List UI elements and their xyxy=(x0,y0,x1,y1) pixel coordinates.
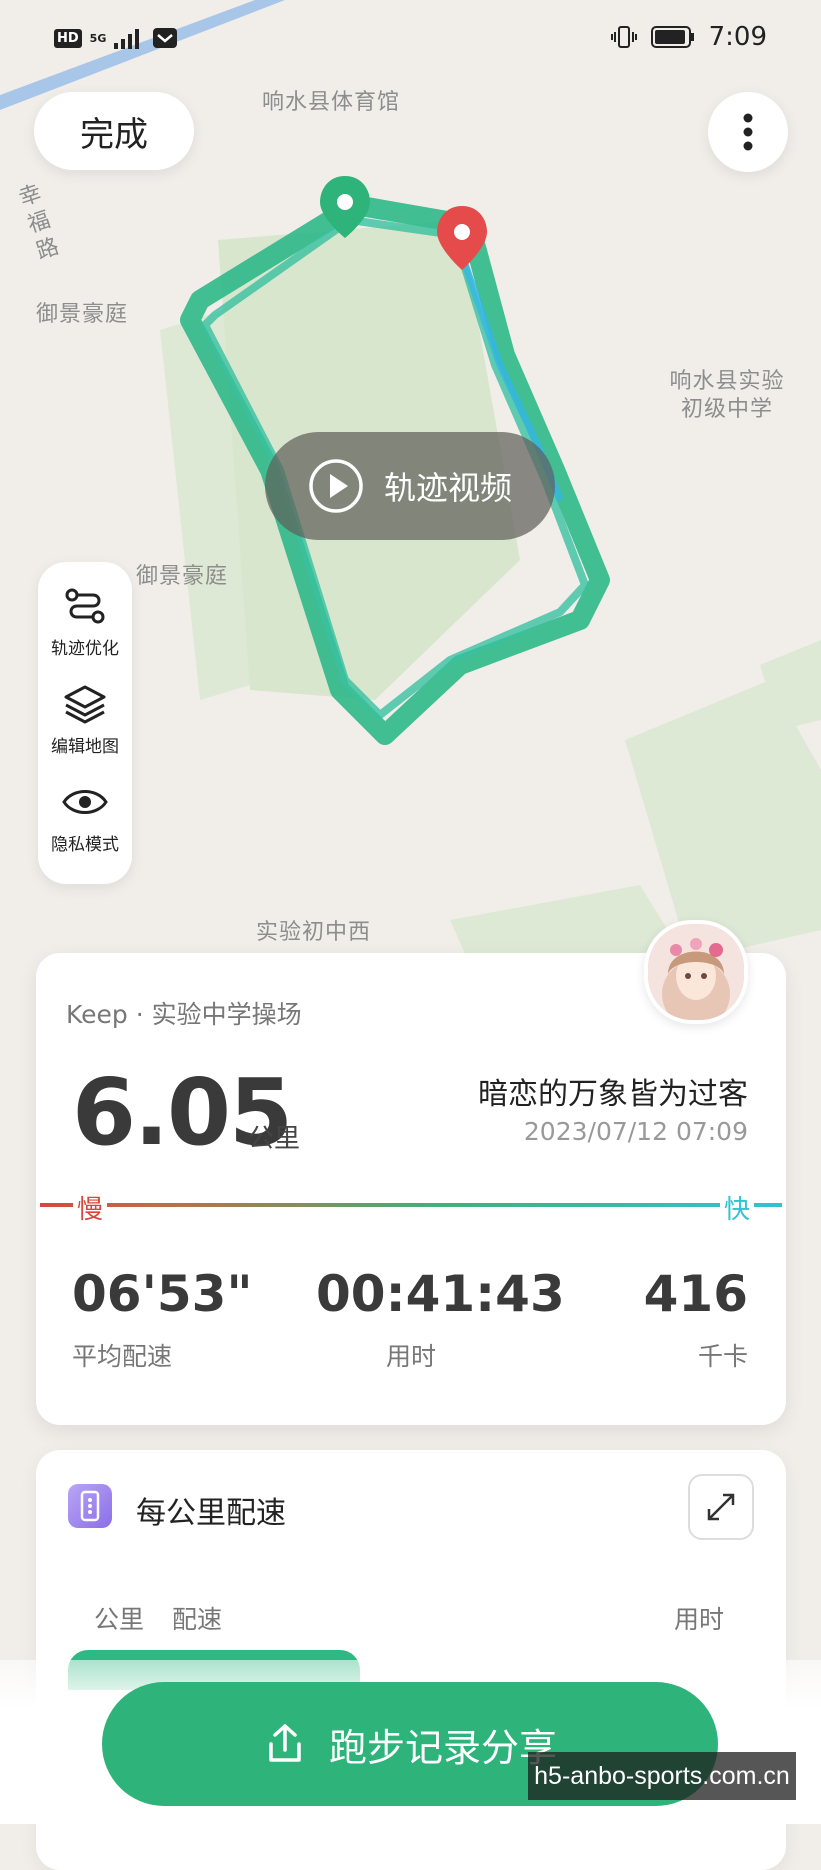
tool-track-optimize[interactable]: 轨迹优化 xyxy=(38,586,132,659)
stat-calories-label: 千卡 xyxy=(697,1342,748,1371)
signal-type: 5G xyxy=(89,31,107,45)
speed-fast-label: 快 xyxy=(719,1189,754,1226)
speed-legend-bar xyxy=(40,1203,782,1207)
map-tools-panel: 轨迹优化 编辑地图 隐私模式 xyxy=(38,562,132,884)
status-bar: HD 5G 7:09 xyxy=(0,18,821,62)
splits-title: 每公里配速 xyxy=(136,1496,286,1531)
tool-edit-map[interactable]: 编辑地图 xyxy=(38,684,132,757)
signal-icon xyxy=(114,29,140,49)
share-icon xyxy=(269,1724,301,1762)
tool-label: 编辑地图 xyxy=(51,737,119,757)
map-label: 响水县体育馆 xyxy=(262,90,401,115)
battery-icon xyxy=(650,26,694,48)
share-label: 跑步记录分享 xyxy=(328,1725,557,1770)
run-summary-card: Keep · 实验中学操场 6.05 公里 暗恋的万象皆为过客 2023/07/… xyxy=(36,953,786,1425)
network-badge: HD xyxy=(54,28,82,48)
vibrate-icon xyxy=(610,26,637,48)
stat-calories-value: 416 xyxy=(643,1265,748,1323)
map-label: 御景豪庭 xyxy=(136,564,229,589)
distance-unit: 公里 xyxy=(248,1124,301,1154)
speed-slow-label: 慢 xyxy=(73,1189,108,1226)
more-button[interactable] xyxy=(708,92,788,172)
tool-label: 隐私模式 xyxy=(51,835,119,855)
route-icon xyxy=(65,588,105,624)
run-place: Keep · 实验中学操场 xyxy=(66,1000,302,1029)
splits-icon xyxy=(68,1484,112,1528)
expand-icon xyxy=(707,1493,735,1521)
track-video-label: 轨迹视频 xyxy=(383,469,512,507)
track-video-button[interactable]: 轨迹视频 xyxy=(265,432,555,540)
avatar[interactable] xyxy=(644,920,748,1024)
col-km: 公里 xyxy=(94,1605,145,1634)
status-right: 7:09 xyxy=(610,22,767,52)
eye-icon xyxy=(62,790,108,814)
status-time: 7:09 xyxy=(708,22,767,52)
map-label: 实验初中西 xyxy=(256,920,372,945)
more-vertical-icon xyxy=(743,113,753,151)
col-time: 用时 xyxy=(673,1605,724,1634)
col-pace: 配速 xyxy=(172,1605,223,1634)
run-date: 2023/07/12 07:09 xyxy=(523,1117,748,1146)
stat-duration-value: 00:41:43 xyxy=(316,1265,565,1323)
map-label: 御景豪庭 xyxy=(36,302,129,327)
status-left: HD 5G xyxy=(54,26,178,50)
tool-privacy-mode[interactable]: 隐私模式 xyxy=(38,782,132,855)
notification-icon xyxy=(153,28,178,48)
map-label: 响水县实验初级中学 xyxy=(669,369,785,422)
done-button[interactable]: 完成 xyxy=(34,92,194,170)
user-name: 暗恋的万象皆为过客 xyxy=(478,1077,748,1112)
play-icon xyxy=(309,459,363,513)
layers-icon xyxy=(64,685,106,724)
stat-duration-label: 用时 xyxy=(385,1342,436,1371)
stat-pace-label: 平均配速 xyxy=(72,1342,173,1371)
expand-button[interactable] xyxy=(688,1474,754,1540)
watermark: h5-anbo-sports.com.cn xyxy=(528,1752,796,1800)
stat-pace-value: 06'53" xyxy=(72,1265,253,1323)
avatar-image xyxy=(648,924,744,1020)
tool-label: 轨迹优化 xyxy=(51,639,119,659)
